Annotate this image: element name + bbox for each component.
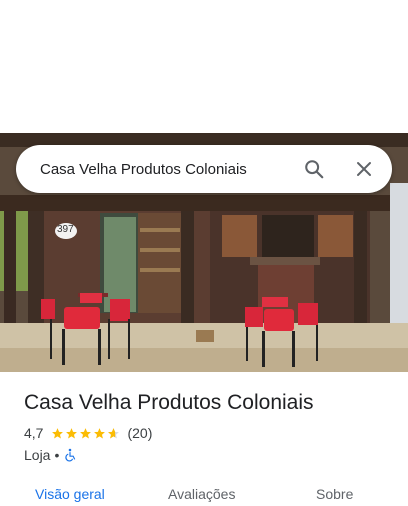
- search-input[interactable]: Casa Velha Produtos Coloniais: [40, 161, 300, 178]
- category-row: Loja •: [24, 447, 77, 463]
- tab-bar: Visão geral Avaliações Sobre: [0, 476, 408, 506]
- review-count[interactable]: (20): [127, 425, 152, 441]
- tab-reviews[interactable]: Avaliações: [168, 486, 235, 502]
- close-icon: [357, 162, 371, 176]
- place-title: Casa Velha Produtos Coloniais: [24, 391, 314, 414]
- star-rating: [51, 427, 121, 440]
- star-icon: [94, 427, 106, 438]
- rating-value: 4,7: [24, 425, 44, 441]
- wheelchair-icon: [65, 448, 76, 462]
- search-button[interactable]: [300, 155, 328, 183]
- tab-overview[interactable]: Visão geral: [35, 486, 105, 502]
- house-number-text: 397: [57, 224, 74, 235]
- search-bar[interactable]: Casa Velha Produtos Coloniais: [16, 145, 392, 193]
- map-top-area: [0, 0, 408, 133]
- rating-row[interactable]: 4,7 (20): [24, 425, 152, 441]
- separator-dot: •: [54, 447, 60, 463]
- close-button[interactable]: [350, 155, 378, 183]
- star-icon: [80, 427, 92, 438]
- star-icon: [52, 427, 64, 438]
- star-icon: [66, 427, 78, 438]
- star-half-icon: [108, 427, 120, 438]
- tab-about[interactable]: Sobre: [316, 486, 353, 502]
- category-label: Loja: [24, 447, 51, 463]
- search-icon: [305, 160, 324, 179]
